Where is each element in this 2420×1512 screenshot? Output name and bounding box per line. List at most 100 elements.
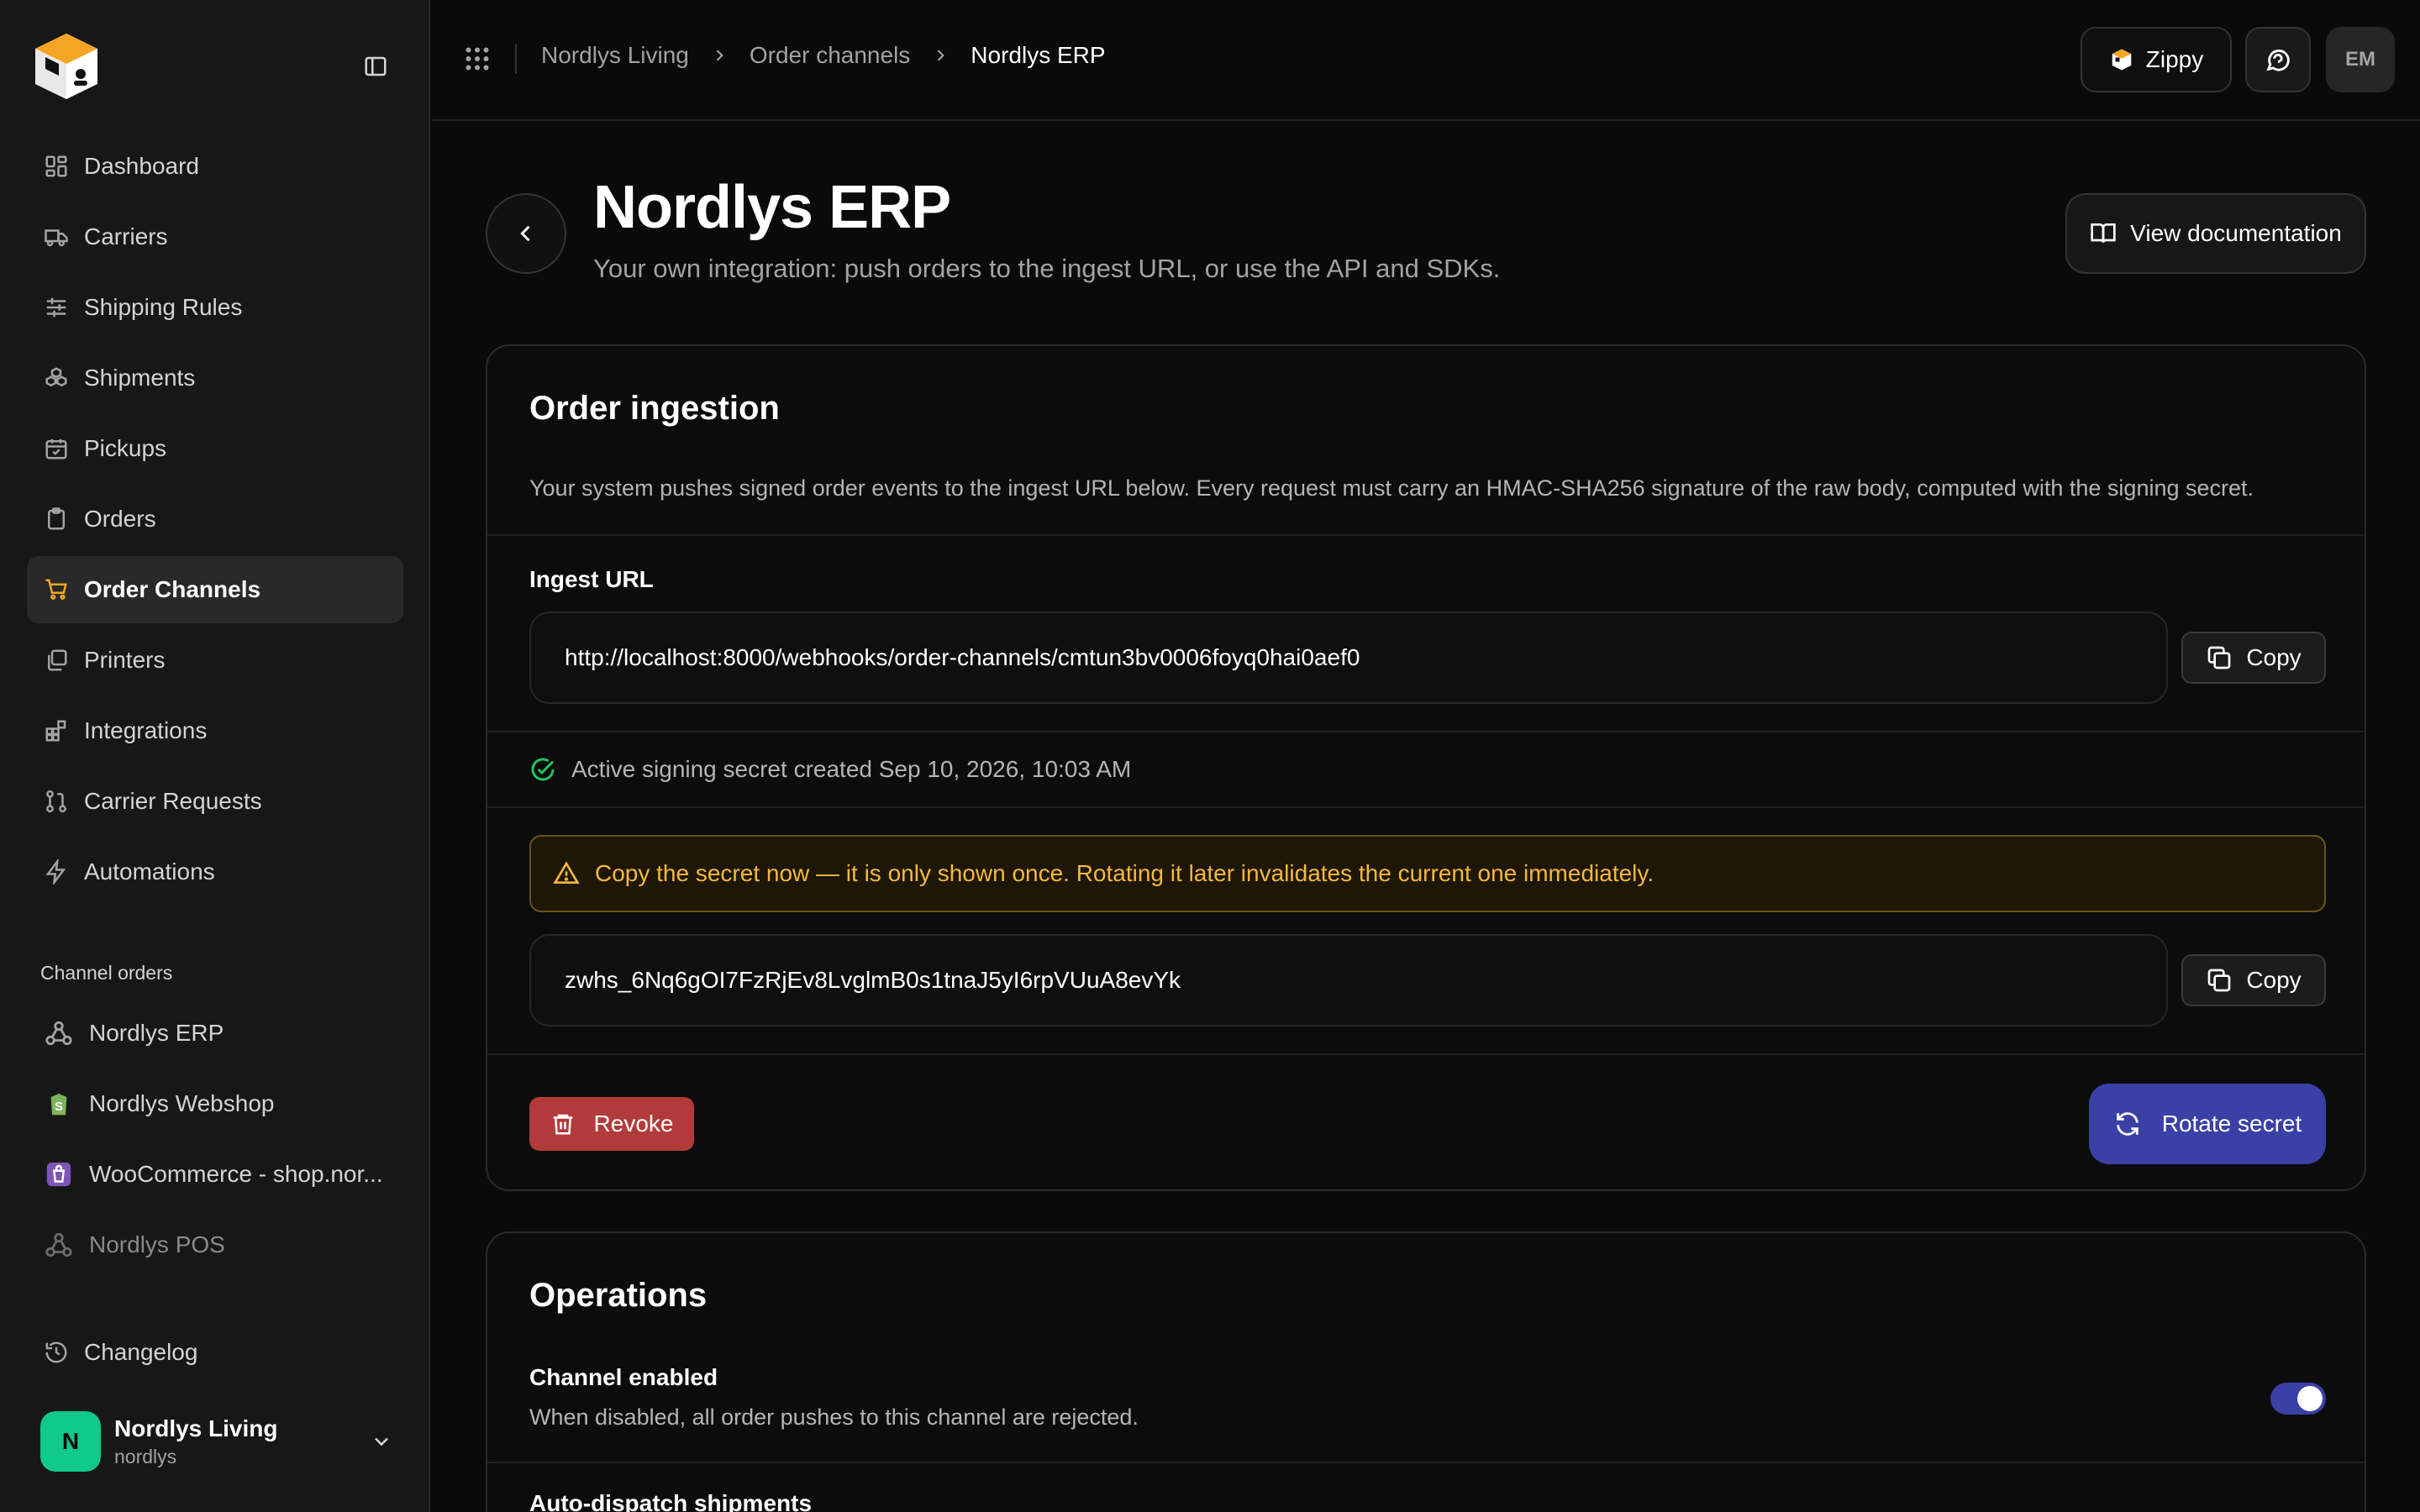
woocommerce-icon xyxy=(44,1159,74,1189)
channel-label: Nordlys POS xyxy=(89,1231,225,1257)
ingest-url-field[interactable]: http://localhost:8000/webhooks/order-cha… xyxy=(529,612,2168,704)
revoke-button[interactable]: Revoke xyxy=(529,1097,694,1151)
breadcrumb-item-order-channels[interactable]: Order channels xyxy=(750,42,910,69)
nav-item-orders[interactable]: Orders xyxy=(27,486,403,553)
nav-item-order-channels[interactable]: Order Channels xyxy=(27,556,403,623)
page-subtitle: Your own integration: push orders to the… xyxy=(593,254,1501,283)
order-ingestion-card: Order ingestion Your system pushes signe… xyxy=(486,344,2366,1191)
secret-status: Active signing secret created Sep 10, 20… xyxy=(529,756,1131,783)
channel-enabled-toggle[interactable] xyxy=(2270,1383,2326,1415)
divider xyxy=(515,44,517,74)
refresh-icon xyxy=(2116,1112,2139,1136)
nav-item-shipments[interactable]: Shipments xyxy=(27,344,403,412)
divider xyxy=(487,731,2365,732)
trash-icon xyxy=(553,1114,572,1135)
nav-label: Carriers xyxy=(84,223,168,249)
blocks-icon xyxy=(44,718,69,743)
channel-enabled-description: When disabled, all order pushes to this … xyxy=(529,1404,1139,1430)
sliders-icon xyxy=(44,295,69,320)
secret-warning-banner: Copy the secret now — it is only shown o… xyxy=(529,835,2326,912)
zippy-assistant-button[interactable]: Zippy xyxy=(2081,27,2232,92)
copy-label: Copy xyxy=(2246,644,2302,670)
main-nav: Dashboard Carriers Shipping Rules Shipme… xyxy=(27,133,403,909)
nav-label: Automations xyxy=(84,858,215,885)
apps-grid-icon[interactable] xyxy=(462,44,492,74)
history-icon xyxy=(44,1340,69,1365)
truck-icon xyxy=(44,224,69,249)
channel-item-nordlys-erp[interactable]: Nordlys ERP xyxy=(27,1000,403,1067)
doc-button-label: View documentation xyxy=(2130,220,2342,246)
boxes-icon xyxy=(44,365,69,391)
topbar: Nordlys Living Order channels Nordlys ER… xyxy=(432,0,2420,121)
calendar-check-icon xyxy=(44,436,69,461)
channel-list: Nordlys ERP S Nordlys Webshop WooCommerc… xyxy=(27,1000,403,1282)
nav-label: Orders xyxy=(84,506,156,532)
book-open-icon xyxy=(2091,223,2116,243)
channel-orders-heading: Channel orders xyxy=(40,962,173,984)
operations-card: Operations Channel enabled When disabled… xyxy=(486,1231,2366,1512)
cart-icon xyxy=(44,577,69,602)
feedback-button[interactable] xyxy=(2245,27,2311,92)
card-title: Operations xyxy=(529,1277,708,1314)
svg-text:S: S xyxy=(55,1100,63,1114)
copy-url-button[interactable]: Copy xyxy=(2181,632,2326,684)
signing-secret-field[interactable]: zwhs_6Nq6gOI7FzRjEv8LvglmB0s1tnaJ5yI6rpV… xyxy=(529,934,2168,1026)
breadcrumb-item-workspace[interactable]: Nordlys Living xyxy=(541,42,689,69)
copy-label: Copy xyxy=(2246,967,2302,993)
back-button[interactable] xyxy=(486,193,566,274)
channel-label: Nordlys ERP xyxy=(89,1020,224,1046)
nav-item-pickups[interactable]: Pickups xyxy=(27,415,403,482)
chevron-down-icon xyxy=(370,1430,393,1453)
changelog-link[interactable]: Changelog xyxy=(44,1319,397,1386)
nav-label: Order Channels xyxy=(84,576,261,602)
divider xyxy=(487,806,2365,808)
chevron-left-icon xyxy=(520,225,530,242)
changelog-label: Changelog xyxy=(84,1339,198,1365)
nav-label: Shipments xyxy=(84,365,196,391)
divider xyxy=(487,1053,2365,1055)
auto-dispatch-label: Auto-dispatch shipments xyxy=(529,1490,813,1512)
account-slug: nordlys xyxy=(114,1445,177,1467)
nav-label: Integrations xyxy=(84,717,208,743)
channel-label: Nordlys Webshop xyxy=(89,1090,275,1116)
ingest-url-label: Ingest URL xyxy=(529,566,654,592)
view-documentation-button[interactable]: View documentation xyxy=(2065,193,2366,274)
zap-icon xyxy=(44,859,69,885)
account-name: Nordlys Living xyxy=(114,1415,278,1441)
copy-icon xyxy=(2207,646,2231,669)
chevron-right-icon xyxy=(711,47,728,64)
nav-item-carriers[interactable]: Carriers xyxy=(27,203,403,270)
channel-enabled-label: Channel enabled xyxy=(529,1364,718,1390)
webhook-icon xyxy=(44,1230,74,1260)
sidebar: Dashboard Carriers Shipping Rules Shipme… xyxy=(0,0,430,1512)
git-pull-request-icon xyxy=(44,789,69,814)
channel-item-nordlys-webshop[interactable]: S Nordlys Webshop xyxy=(27,1070,403,1137)
zippy-icon xyxy=(2112,49,2132,71)
rotate-secret-button[interactable]: Rotate secret xyxy=(2089,1084,2326,1164)
alert-triangle-icon xyxy=(553,861,580,884)
channel-label: WooCommerce - shop.nor... xyxy=(89,1161,383,1187)
nav-label: Dashboard xyxy=(84,153,199,179)
nav-label: Pickups xyxy=(84,435,167,461)
nav-item-carrier-requests[interactable]: Carrier Requests xyxy=(27,768,403,835)
copy-secret-button[interactable]: Copy xyxy=(2181,954,2326,1006)
channel-item-woocommerce[interactable]: WooCommerce - shop.nor... xyxy=(27,1141,403,1208)
webhook-icon xyxy=(44,1018,74,1048)
nav-item-integrations[interactable]: Integrations xyxy=(27,697,403,764)
nav-item-printers[interactable]: Printers xyxy=(27,627,403,694)
check-circle-icon xyxy=(531,758,555,781)
user-menu-button[interactable]: EM xyxy=(2326,27,2395,92)
zippy-logo[interactable] xyxy=(29,29,104,104)
warning-text: Copy the secret now — it is only shown o… xyxy=(595,860,1655,886)
dashboard-icon xyxy=(44,154,69,179)
account-switcher[interactable]: N Nordlys Living nordlys xyxy=(40,1410,393,1473)
divider xyxy=(487,1462,2365,1463)
nav-label: Carrier Requests xyxy=(84,788,262,814)
channel-item-nordlys-pos[interactable]: Nordlys POS xyxy=(27,1211,403,1278)
sidebar-toggle-icon[interactable] xyxy=(361,54,390,79)
avatar: N xyxy=(40,1411,101,1472)
nav-item-shipping-rules[interactable]: Shipping Rules xyxy=(27,274,403,341)
nav-item-automations[interactable]: Automations xyxy=(27,838,403,906)
nav-item-dashboard[interactable]: Dashboard xyxy=(27,133,403,200)
revoke-label: Revoke xyxy=(593,1110,674,1137)
